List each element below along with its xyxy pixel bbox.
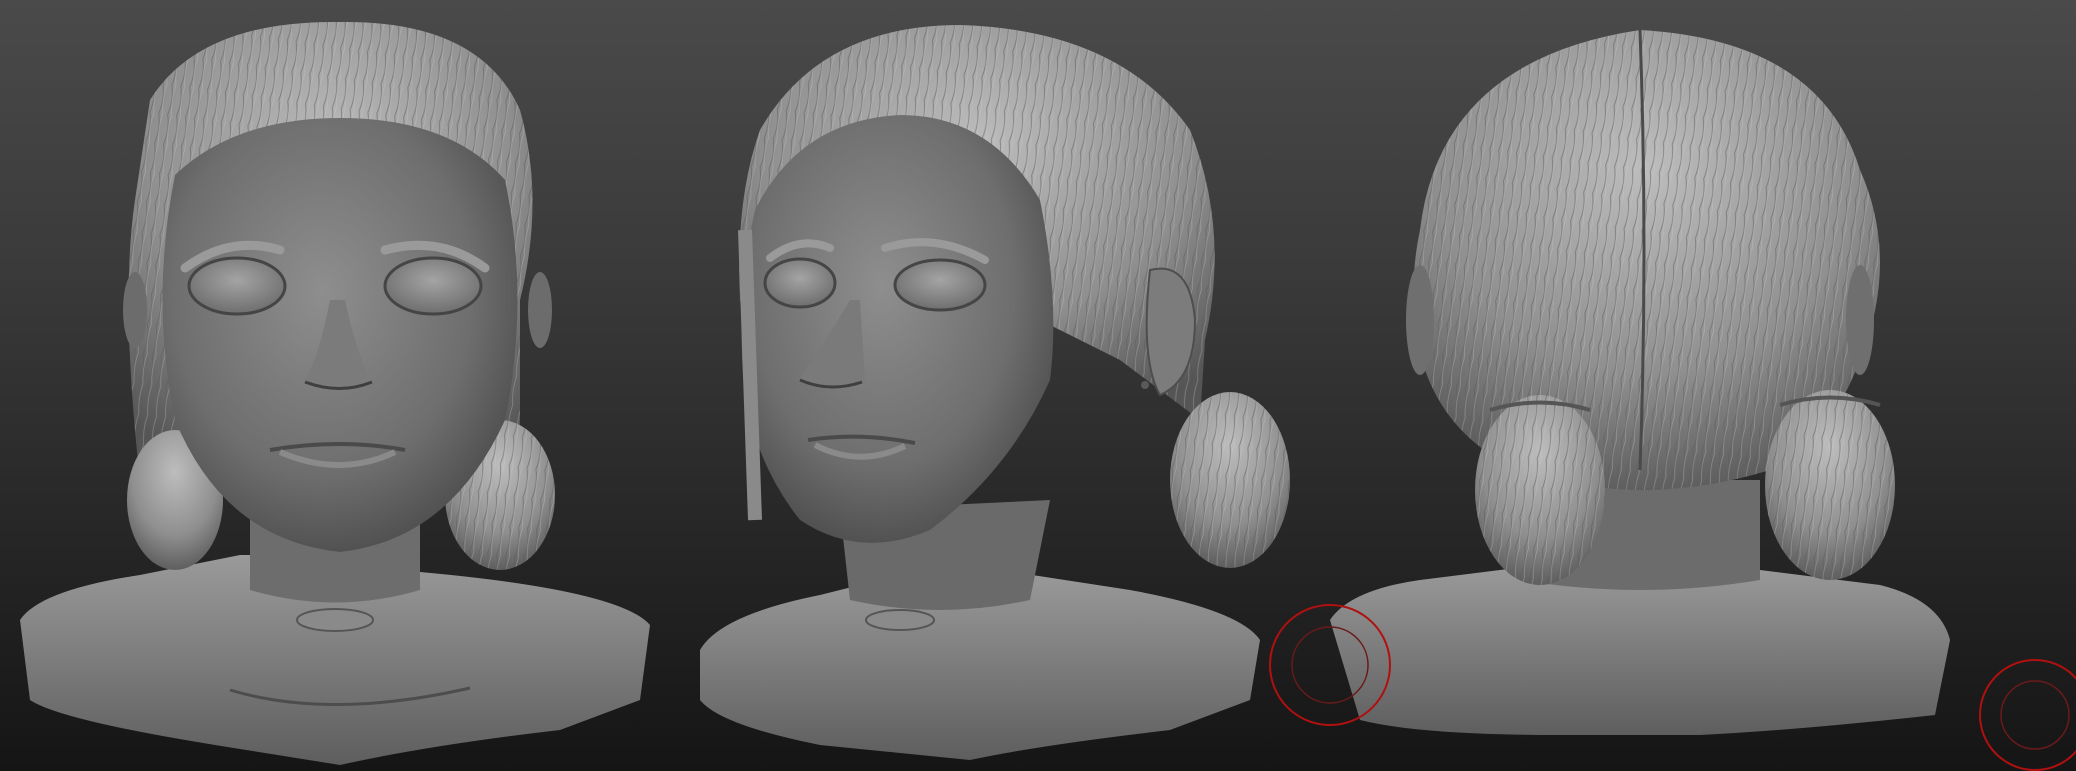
zbrush-canvas[interactable] (0, 0, 2076, 771)
collar-clasp (296, 608, 374, 632)
eye-left (187, 256, 287, 316)
brush-cursor-icon (1979, 659, 2076, 771)
sculpt-view-three-quarter (700, 25, 1290, 760)
face-three-quarter (741, 115, 1054, 543)
bust-back (1330, 565, 1950, 735)
sculpt-scene (20, 21, 2076, 771)
eye-right (893, 258, 987, 312)
sculpt-view-back (1330, 29, 1950, 735)
collar-clasp (865, 609, 935, 631)
sculpt-view-front (20, 21, 650, 765)
eye-left (763, 257, 837, 309)
eye-right (383, 256, 483, 316)
